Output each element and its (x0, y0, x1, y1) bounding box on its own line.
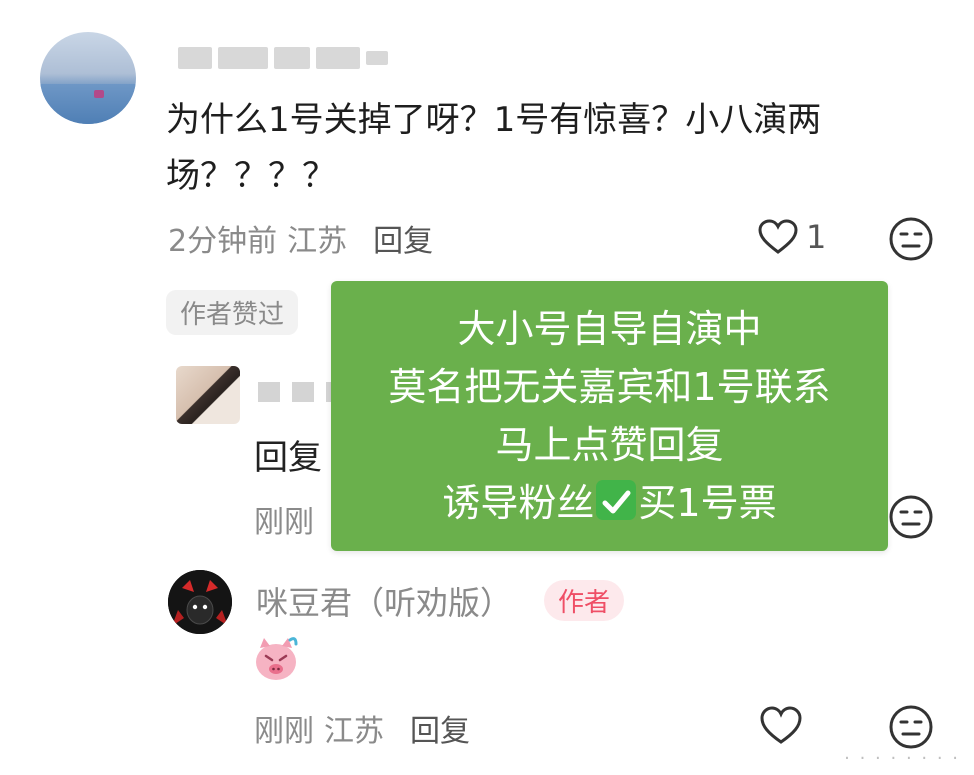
heart-outline-icon[interactable] (760, 706, 802, 746)
author-avatar[interactable] (168, 570, 232, 634)
author-liked-badge: 作者赞过 (166, 290, 299, 335)
avatar-figure (94, 90, 104, 98)
neutral-face-icon[interactable] (888, 704, 934, 750)
commenter-username-blurred[interactable] (178, 44, 388, 72)
watermark-dots: · · · · · · · · (844, 748, 960, 769)
author-name[interactable]: 咪豆君（听劝版） (256, 578, 512, 624)
reply-time: 刚刚 (254, 505, 314, 540)
overlay-line-1: 大小号自导自演中 (457, 307, 762, 351)
blur-block (366, 51, 388, 65)
reply-username-blurred[interactable] (258, 382, 340, 402)
blur-block (316, 47, 360, 69)
overlay-line-4-after: 买1号票 (638, 481, 777, 525)
overlay-line-4: 诱导粉丝 买1号票 (442, 474, 777, 532)
author-reply-time: 刚刚 (254, 714, 314, 749)
like-button[interactable]: 1 (758, 218, 826, 256)
comment-meta: 2分钟前 江苏 回复 (168, 216, 433, 260)
like-count: 1 (806, 218, 827, 256)
crying-pig-sticker-icon (256, 637, 298, 680)
comment-location: 江苏 (287, 224, 348, 259)
blur-block (178, 47, 212, 69)
blur-block (218, 47, 268, 69)
blur-block (258, 382, 280, 402)
author-avatar-image (168, 570, 232, 634)
reply-button[interactable]: 回复 (410, 706, 470, 750)
neutral-face-icon[interactable] (888, 216, 934, 262)
blur-block (292, 382, 314, 402)
avatar-sea-background (40, 84, 136, 124)
commenter-avatar[interactable] (40, 32, 136, 124)
blur-block (274, 47, 310, 69)
reply-button[interactable]: 回复 (373, 216, 433, 260)
overlay-line-4-before: 诱导粉丝 (442, 481, 595, 525)
author-badge: 作者 (544, 580, 625, 621)
reply-avatar[interactable] (176, 366, 240, 424)
annotation-overlay: 大小号自导自演中 莫名把无关嘉宾和1号联系 马上点赞回复 诱导粉丝 买1号票 (331, 281, 888, 551)
heart-outline-icon (758, 219, 798, 254)
comment-time: 2分钟前 (168, 224, 278, 259)
check-mark-icon (596, 480, 637, 520)
comment-text: 为什么1号关掉了呀？1号有惊喜？小八演两场？？？？ (166, 100, 822, 196)
overlay-line-3: 马上点赞回复 (495, 423, 724, 467)
author-reply-location: 江苏 (324, 714, 384, 749)
reply-text: 回复 (254, 438, 322, 478)
neutral-face-icon[interactable] (888, 494, 934, 540)
overlay-line-2: 莫名把无关嘉宾和1号联系 (388, 365, 831, 409)
author-reply-meta: 刚刚 江苏 回复 (254, 706, 470, 750)
